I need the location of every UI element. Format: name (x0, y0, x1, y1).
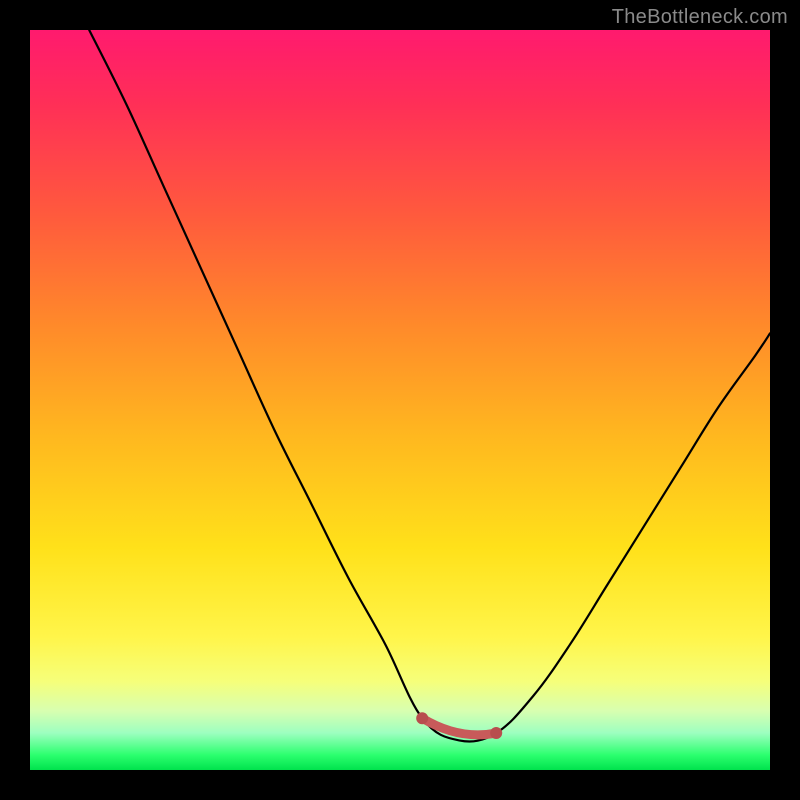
trough-dot-right (490, 727, 502, 739)
watermark-text: TheBottleneck.com (612, 6, 788, 29)
trough-dot-left (416, 712, 428, 724)
bottleneck-curve (89, 30, 770, 741)
trough-marker (422, 718, 496, 735)
plot-area (30, 30, 770, 770)
outer-frame: TheBottleneck.com (0, 0, 800, 800)
chart-svg (30, 30, 770, 770)
